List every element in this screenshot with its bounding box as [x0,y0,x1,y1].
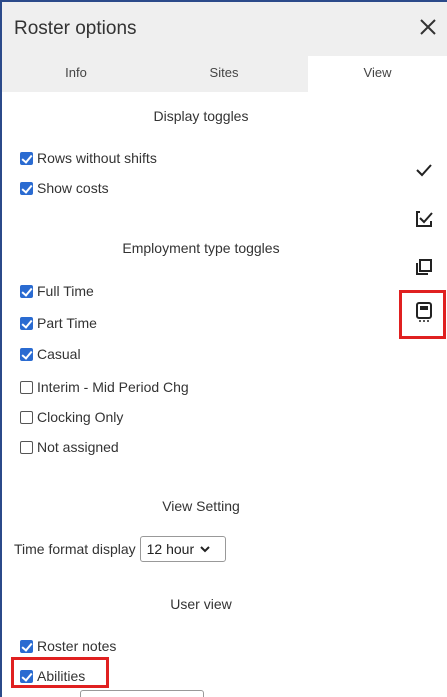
dialog-header: Roster options [2,2,447,56]
toggle-label: Clocking Only [37,409,124,425]
toggle-label: Show costs [37,180,109,196]
toggle-label: Not assigned [37,439,119,455]
checkbox[interactable] [20,380,33,394]
toggle-part-time[interactable]: Part Time [20,314,97,332]
view-panel: Display toggles Rows without shifts Show… [2,92,400,697]
toggle-label: Casual [37,346,81,362]
toggle-label: Roster notes [37,638,117,654]
tab-info[interactable]: Info [2,56,150,92]
tab-sites[interactable]: Sites [150,56,298,92]
checkbox[interactable] [20,151,33,165]
tab-view[interactable]: View [308,56,447,92]
abilities-highlight [11,657,109,688]
select-all-button[interactable] [410,205,438,233]
toggle-roster-notes[interactable]: Roster notes [20,637,116,655]
checkbox[interactable] [20,316,33,330]
checkbox[interactable] [20,440,33,454]
checkbox[interactable] [20,410,33,424]
check-icon [416,164,432,177]
user-view-title: User view [170,596,232,612]
copy-icon [416,259,432,275]
toggle-interim[interactable]: Interim - Mid Period Chg [20,378,189,396]
display-toggles-title: Display toggles [153,108,249,124]
select-all-icon [416,211,433,227]
toggle-show-costs[interactable]: Show costs [20,179,109,197]
toggle-full-time[interactable]: Full Time [20,282,94,300]
toggle-rows-without-shifts[interactable]: Rows without shifts [20,149,157,167]
view-setting-title: View Setting [162,498,240,514]
toggle-label: Part Time [37,315,97,331]
dialog-title: Roster options [14,18,137,39]
toggle-casual[interactable]: Casual [20,345,81,363]
time-format-label: Time format display [14,541,136,557]
partial-select[interactable] [80,690,204,697]
close-icon [420,19,436,35]
time-format-select[interactable]: 12 hour [139,536,226,562]
checkbox[interactable] [20,639,33,653]
toggle-label: Rows without shifts [37,150,157,166]
toggle-label: Interim - Mid Period Chg [37,379,189,395]
action-sidebar [400,92,447,697]
toggle-label: Full Time [37,283,94,299]
time-format-row: Time format display 12 hour [14,536,226,562]
time-format-value: 12 hour [146,541,195,557]
checkbox[interactable] [20,181,33,195]
apply-button[interactable] [410,156,438,184]
close-button[interactable] [415,12,441,42]
checkbox[interactable] [20,284,33,298]
tab-bar: Info Sites View [2,56,447,92]
chevron-down-icon [200,546,210,553]
checkbox[interactable] [20,347,33,361]
copy-button[interactable] [410,253,438,281]
toggle-not-assigned[interactable]: Not assigned [20,438,119,456]
save-highlight [399,290,446,339]
employment-toggles-title: Employment type toggles [122,240,280,256]
toggle-clocking-only[interactable]: Clocking Only [20,408,123,426]
